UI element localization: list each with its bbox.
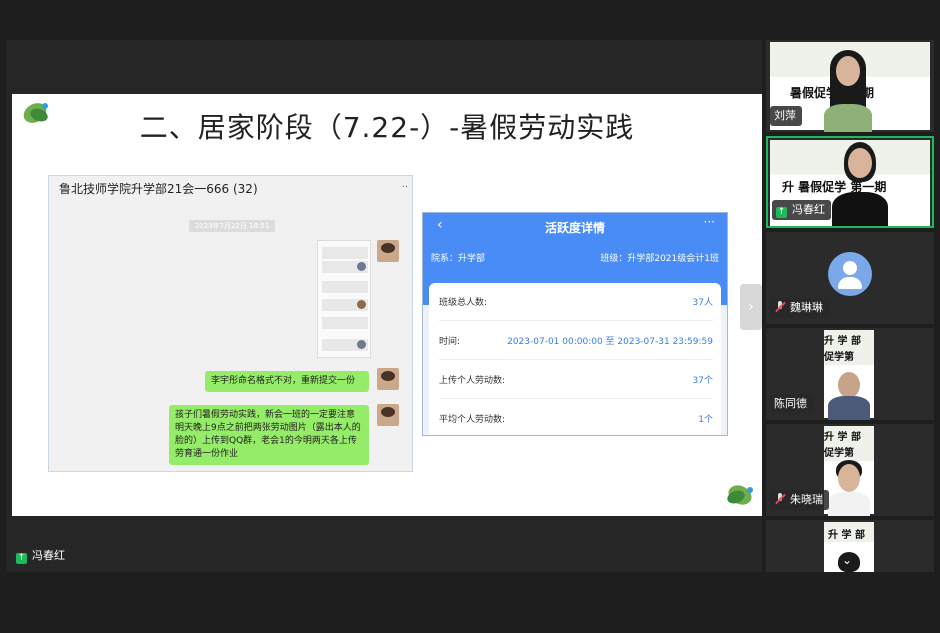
participant-name: 冯春红 <box>792 203 825 216</box>
background-sign-text: 升 学 部 促学第 <box>824 336 861 363</box>
sender-avatar <box>377 368 399 390</box>
more-icon: ··· <box>703 215 715 229</box>
card-title: 活跃度详情 <box>544 221 605 235</box>
participant-name: 朱晓瑞 <box>790 493 823 506</box>
card-body: 班级总人数: 37人 时间: 2023-07-01 00:00:00 至 202… <box>429 283 721 435</box>
stat-value: 37个 <box>692 376 713 386</box>
participant-name-tag: ↑ 冯春红 <box>772 200 831 220</box>
stat-label: 上传个人劳动数: <box>439 376 506 386</box>
stat-row: 上传个人劳动数: 37个 <box>439 361 713 399</box>
activity-detail-card: ‹ 活跃度详情 ··· 院系：升学部 班级：升学部2021级会计1班 班级总人数… <box>422 212 728 436</box>
chat-more-icon: ·· <box>401 182 408 193</box>
slide-title: 二、居家阶段（7.22-）-暑假劳动实践 <box>139 111 635 144</box>
stat-value: 37人 <box>692 298 713 308</box>
stat-value: 2023-07-01 00:00:00 至 2023-07-31 23:59:5… <box>507 337 713 347</box>
presenter-name-tag: ↑ 冯春红 <box>12 546 71 566</box>
stat-label: 平均个人劳动数: <box>439 415 506 425</box>
chat-group-title: 鲁北技师学院升学部21会一666 (32) <box>59 182 258 196</box>
participant-name-tag: 朱晓瑞 <box>770 490 829 510</box>
presenter-name: 冯春红 <box>32 549 65 562</box>
chat-screenshot: 鲁北技师学院升学部21会一666 (32) ·· 2023年7月22日 18:5… <box>48 175 413 472</box>
department-label: 院系：升学部 <box>431 254 486 264</box>
top-bar <box>0 0 940 40</box>
participant-tile[interactable]: 升 学 部 促学第 朱晓瑞 <box>766 424 934 516</box>
participant-tile-active[interactable]: 升 暑假促学 第一期 ↑ 冯春红 <box>766 136 934 228</box>
background-sign-text: 升 学 部 <box>828 530 865 541</box>
mic-muted-icon <box>774 493 786 505</box>
next-page-button[interactable]: › <box>740 284 762 330</box>
screen-share-icon: ↑ <box>776 207 787 218</box>
class-label: 班级：升学部2021级会计1班 <box>600 254 719 264</box>
participant-name-tag: 陈同德 <box>770 394 813 414</box>
participant-name-tag: 魏琳琳 <box>770 298 829 318</box>
presentation-slide: 二、居家阶段（7.22-）-暑假劳动实践 鲁北技师学院升学部21会一666 (3… <box>12 94 762 516</box>
stat-label: 班级总人数: <box>439 298 488 308</box>
chevron-down-icon[interactable]: ⌄ <box>842 553 852 567</box>
sender-avatar <box>377 404 399 426</box>
participant-name-tag: 刘萍 <box>770 106 802 126</box>
stat-row: 平均个人劳动数: 1个 <box>439 400 713 435</box>
background-sign-text: 升 学 部 促学第 <box>824 432 861 459</box>
chat-message-bubble: 李宇彤命名格式不对，重新提交一份 <box>205 371 369 392</box>
chat-message-bubble: 孩子们暑假劳动实践，新会一班的一定要注意明天晚上9点之前把两张劳动图片（露出本人… <box>169 405 369 465</box>
participant-name: 魏琳琳 <box>790 301 823 314</box>
participant-tile[interactable]: 暑假促学第一期 刘萍 <box>766 40 934 132</box>
bottom-bar <box>0 572 940 633</box>
screen-share-icon: ↑ <box>16 553 27 564</box>
mic-muted-icon <box>774 301 786 313</box>
stat-value: 1个 <box>698 415 713 425</box>
stat-row: 班级总人数: 37人 <box>439 283 713 321</box>
leaf-decoration-icon <box>727 485 753 505</box>
stat-label: 时间: <box>439 337 461 347</box>
chat-timestamp: 2023年7月22日 18:51 <box>189 220 275 232</box>
default-avatar-icon <box>828 252 872 296</box>
participant-tile[interactable]: 升 学 部 促学第 陈同德 <box>766 328 934 420</box>
participant-name: 陈同德 <box>774 397 807 410</box>
meeting-window: 二、居家阶段（7.22-）-暑假劳动实践 鲁北技师学院升学部21会一666 (3… <box>0 0 940 633</box>
chat-image-thumbnail <box>317 240 371 358</box>
participant-name: 刘萍 <box>774 109 796 122</box>
participant-video: 升 学 部 促学第 <box>824 330 874 420</box>
participant-tile[interactable]: 魏琳琳 <box>766 232 934 324</box>
stat-row: 时间: 2023-07-01 00:00:00 至 2023-07-31 23:… <box>439 322 713 360</box>
participant-video: 升 学 部 促学第 <box>824 426 874 516</box>
sender-avatar <box>377 240 399 262</box>
